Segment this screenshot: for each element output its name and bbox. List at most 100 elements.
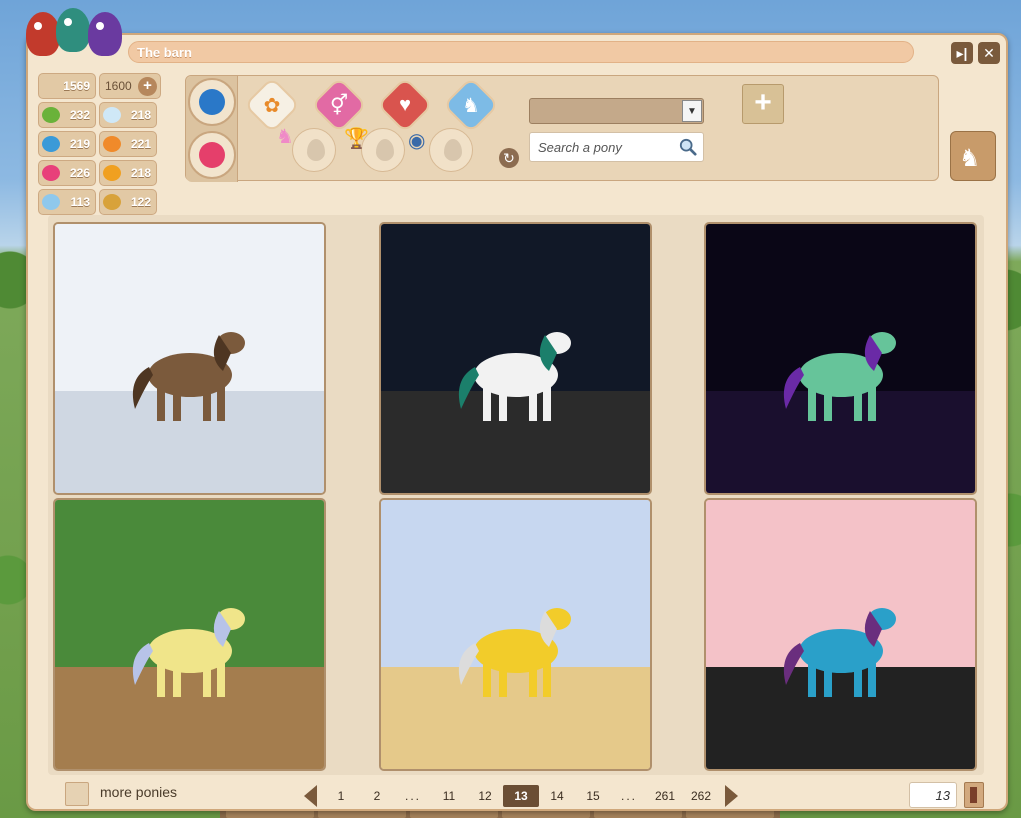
pony-leg: [172, 384, 181, 421]
stat-shell: 221: [99, 131, 157, 157]
cloud-icon: [103, 107, 121, 123]
pony-card[interactable]: [53, 498, 326, 771]
pony-image: [132, 331, 245, 421]
heart-icon: ♥: [399, 93, 411, 116]
more-ponies-label: more ponies: [100, 784, 178, 800]
pony-leg: [867, 382, 876, 421]
pony-card[interactable]: [379, 222, 652, 495]
pony-card[interactable]: [53, 222, 326, 495]
pony-card[interactable]: [704, 222, 977, 495]
pony-leg: [807, 658, 816, 697]
pony-tail: [132, 366, 153, 409]
prev-page-button[interactable]: [304, 785, 317, 807]
pony-export-icon: ♞: [959, 145, 981, 172]
next-page-button[interactable]: [725, 785, 738, 807]
pony-leg: [823, 660, 832, 697]
capacity-total: 1600 +: [99, 73, 161, 99]
pony-leg: [528, 384, 537, 421]
stat-value: 122: [130, 195, 151, 209]
stat-value: 218: [130, 108, 151, 122]
pony-leg: [156, 658, 165, 697]
page-link[interactable]: 14: [539, 785, 575, 807]
refresh-icon: ↻: [503, 150, 515, 166]
page-link[interactable]: 262: [683, 785, 719, 807]
barn-window: The barn ▸| ✕ 1569 1600 + 232 218 219 22…: [26, 33, 1008, 811]
stat-horseshoe: 122: [99, 189, 157, 215]
pony-image: [783, 607, 896, 697]
more-ponies-checkbox[interactable]: [65, 782, 89, 806]
pony-card[interactable]: [379, 498, 652, 771]
pony-image: [783, 331, 896, 421]
pony-leg: [853, 384, 862, 421]
feather-icon: [42, 194, 60, 210]
pony-image: [458, 331, 571, 421]
pony-leg: [807, 382, 816, 421]
pony-leg: [498, 384, 507, 421]
unicorn-slot[interactable]: [292, 128, 336, 172]
trophy-icon: 🏆: [344, 128, 369, 150]
add-capacity-button[interactable]: +: [138, 77, 157, 96]
collapse-button[interactable]: ▸|: [951, 42, 973, 64]
export-pony-button[interactable]: ♞: [950, 131, 996, 181]
pony-leg: [853, 660, 862, 697]
pony-leg: [823, 384, 832, 421]
race-icon: ✿: [263, 94, 281, 117]
apple-icon: [42, 107, 60, 123]
unicorn-icon: ♞: [276, 126, 294, 148]
page-link[interactable]: 13: [503, 785, 539, 807]
filter-panel: ✿ ⚥ ♥ ♞ ♞ 🏆 ◉ ↻ ▼ +: [185, 75, 939, 182]
go-to-page-button[interactable]: [964, 782, 984, 808]
stat-heart: 226: [38, 160, 96, 186]
filter-pony-type-button[interactable]: ♞: [442, 76, 500, 134]
stat-value: 221: [130, 137, 151, 151]
pony-icon: ♞: [462, 94, 480, 117]
chevron-down-icon[interactable]: ▼: [682, 100, 702, 122]
close-icon: ✕: [983, 45, 995, 61]
pony-image: [458, 607, 571, 697]
star-badge-icon: [199, 142, 225, 168]
page-list: 1 2... 11 12 13 14 15... 261 262: [323, 785, 719, 807]
plus-icon: +: [754, 86, 772, 119]
stat-paw: 218: [99, 160, 157, 186]
page-link[interactable]: 15: [575, 785, 611, 807]
search-icon[interactable]: [679, 138, 697, 156]
red-pony-mascot: [26, 12, 60, 56]
pony-card[interactable]: [704, 498, 977, 771]
pony-tail: [783, 366, 804, 409]
collapse-icon: ▸|: [956, 45, 968, 61]
page-number-input[interactable]: [909, 782, 957, 808]
reset-filters-button[interactable]: ↻: [499, 148, 519, 168]
pony-leg: [202, 384, 211, 421]
sort-select[interactable]: ▼: [529, 98, 704, 124]
pagination: 1 2... 11 12 13 14 15... 261 262: [304, 783, 738, 809]
add-button[interactable]: +: [742, 84, 784, 124]
star-folder-icon: [199, 89, 225, 115]
pony-leg: [156, 382, 165, 421]
search-input[interactable]: [538, 139, 678, 155]
window-title: The barn: [137, 45, 192, 60]
paw-blue-icon: [42, 136, 60, 152]
pony-leg: [498, 660, 507, 697]
view-tabs: [186, 76, 238, 182]
page-link[interactable]: 1: [323, 785, 359, 807]
horseshoe-icon: [103, 194, 121, 210]
stat-feather: 113: [38, 189, 96, 215]
filter-gender-button[interactable]: ⚥: [310, 76, 368, 134]
stat-value: 232: [69, 108, 90, 122]
page-link[interactable]: 2: [359, 785, 395, 807]
search-field: [529, 132, 704, 162]
tab-all-ponies[interactable]: [188, 78, 236, 126]
stat-paw-blue: 219: [38, 131, 96, 157]
page-link[interactable]: 12: [467, 785, 503, 807]
pony-leg: [482, 658, 491, 697]
pony-leg: [216, 658, 225, 697]
purple-pony-mascot: [88, 12, 122, 56]
tab-favorites[interactable]: [188, 131, 236, 179]
filter-breeding-button[interactable]: ♥: [376, 76, 434, 134]
page-link[interactable]: 261: [647, 785, 683, 807]
teal-pony-mascot: [56, 8, 90, 52]
close-button[interactable]: ✕: [978, 42, 1000, 64]
page-link[interactable]: 11: [431, 785, 467, 807]
stat-value: 219: [69, 137, 90, 151]
eye-slot[interactable]: [429, 128, 473, 172]
